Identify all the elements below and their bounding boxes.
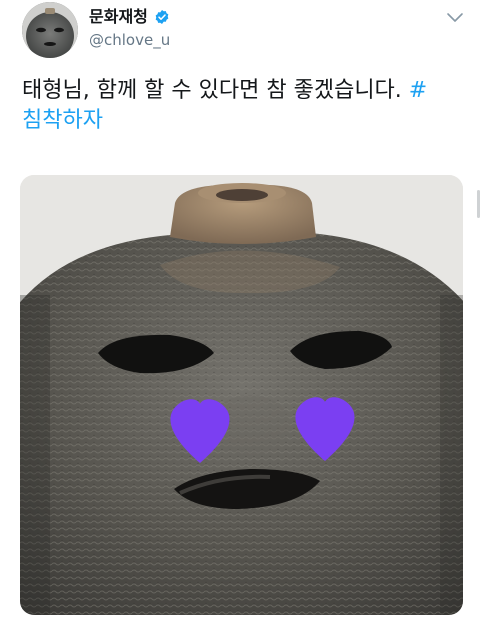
hashtag-word: 침착하자 [22, 108, 103, 133]
verified-badge-icon [154, 9, 170, 25]
user-name-row[interactable]: 문화재청 [89, 6, 170, 28]
chevron-down-icon[interactable] [446, 10, 464, 24]
clay-mask-image [20, 175, 463, 615]
display-name[interactable]: 문화재청 [89, 6, 148, 28]
tweet-body-text: 태형님, 함께 할 수 있다면 참 좋겠습니다. [22, 78, 402, 103]
avatar-image [22, 2, 78, 58]
tweet-text: 태형님, 함께 할 수 있다면 참 좋겠습니다. # 침착하자 [22, 76, 452, 136]
hashtag-symbol: # [408, 78, 428, 103]
avatar[interactable] [22, 2, 78, 58]
tweet: 문화재청 @chlove_u 태형님, 함께 할 수 있다면 참 좋겠습니다. … [0, 0, 480, 639]
tweet-media-image[interactable] [20, 175, 463, 615]
user-handle[interactable]: @chlove_u [89, 30, 170, 50]
